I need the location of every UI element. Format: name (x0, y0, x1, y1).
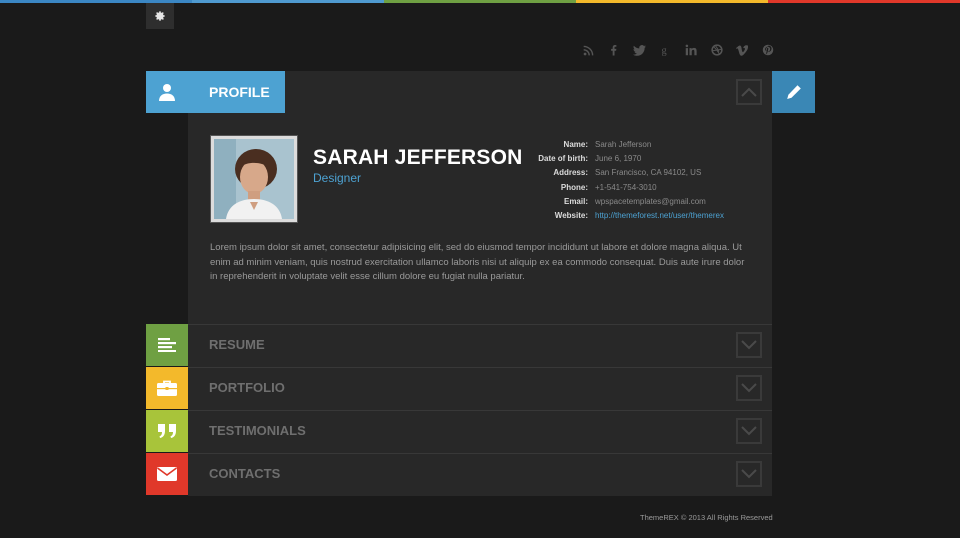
detail-value: Sarah Jefferson (595, 140, 652, 149)
section-resume[interactable]: RESUME (146, 324, 772, 366)
detail-value: San Francisco, CA 94102, US (595, 168, 702, 178)
envelope-icon (146, 453, 188, 495)
social-links: g (580, 42, 776, 58)
dribbble-icon[interactable] (709, 42, 725, 58)
user-icon (146, 71, 188, 113)
section-label: TESTIMONIALS (209, 423, 306, 438)
profile-name: SARAH JEFFERSON (313, 146, 523, 169)
detail-value: +1-541-754-3010 (595, 182, 657, 192)
email-link[interactable]: wpspacetemplates@gmail.com (595, 195, 706, 209)
section-testimonials[interactable]: TESTIMONIALS (146, 410, 772, 452)
collapse-button[interactable] (736, 79, 762, 105)
detail-label: Email: (563, 196, 588, 206)
profile-bio: Lorem ipsum dolor sit amet, consectetur … (210, 242, 745, 282)
section-portfolio[interactable]: PORTFOLIO (146, 367, 772, 409)
color-strip-segment (192, 0, 384, 3)
rss-icon[interactable] (580, 42, 596, 58)
profile-header[interactable]: PROFILE (146, 71, 772, 113)
vimeo-icon[interactable] (734, 42, 750, 58)
detail-row: Address: San Francisco, CA 94102, US (500, 166, 724, 180)
google-plus-icon[interactable]: g (657, 42, 673, 58)
detail-label: Date of birth: (538, 154, 588, 164)
pencil-icon (786, 85, 801, 99)
color-strip-segment (768, 0, 960, 3)
section-contacts[interactable]: CONTACTS (146, 453, 772, 495)
footer-copyright: ThemeREX © 2013 All Rights Reserved (640, 513, 773, 522)
detail-row: Phone: +1-541-754-3010 (500, 181, 724, 195)
expand-button[interactable] (736, 418, 762, 444)
pinterest-icon[interactable] (760, 42, 776, 58)
color-strip-segment (576, 0, 768, 3)
section-label: CONTACTS (209, 466, 281, 481)
profile-role: Designer (313, 171, 362, 185)
expand-button[interactable] (736, 332, 762, 358)
chevron-down-icon (741, 426, 757, 436)
resume-lines-icon (146, 324, 188, 366)
settings-button[interactable] (146, 3, 174, 29)
briefcase-icon (146, 367, 188, 409)
gear-icon (155, 11, 165, 21)
detail-row: Website: http://themeforest.net/user/the… (500, 209, 724, 223)
quote-icon (146, 410, 188, 452)
chevron-down-icon (741, 469, 757, 479)
color-strip-segment (384, 0, 576, 3)
detail-row: Email: wpspacetemplates@gmail.com (500, 195, 724, 209)
section-label: RESUME (209, 337, 265, 352)
detail-row: Name: Sarah Jefferson (500, 138, 724, 152)
detail-label: Website: (554, 211, 588, 221)
edit-button[interactable] (772, 71, 815, 113)
svg-text:g: g (662, 45, 667, 56)
expand-button[interactable] (736, 375, 762, 401)
facebook-icon[interactable] (606, 42, 622, 58)
detail-label: Address: (553, 168, 588, 178)
linkedin-icon[interactable] (683, 42, 699, 58)
website-link[interactable]: http://themeforest.net/user/themerex (595, 209, 724, 223)
profile-details: Name: Sarah Jefferson Date of birth: Jun… (500, 138, 724, 223)
detail-label: Name: (563, 140, 588, 149)
section-label: PORTFOLIO (209, 380, 285, 395)
divider (188, 324, 772, 325)
avatar (210, 135, 298, 223)
chevron-up-icon (741, 87, 757, 97)
expand-button[interactable] (736, 461, 762, 487)
detail-label: Phone: (560, 182, 588, 192)
detail-value: June 6, 1970 (595, 154, 642, 164)
twitter-icon[interactable] (631, 42, 647, 58)
detail-row: Date of birth: June 6, 1970 (500, 152, 724, 166)
color-strip (0, 0, 960, 3)
tab-profile[interactable]: PROFILE (188, 71, 285, 113)
chevron-down-icon (741, 340, 757, 350)
chevron-down-icon (741, 383, 757, 393)
